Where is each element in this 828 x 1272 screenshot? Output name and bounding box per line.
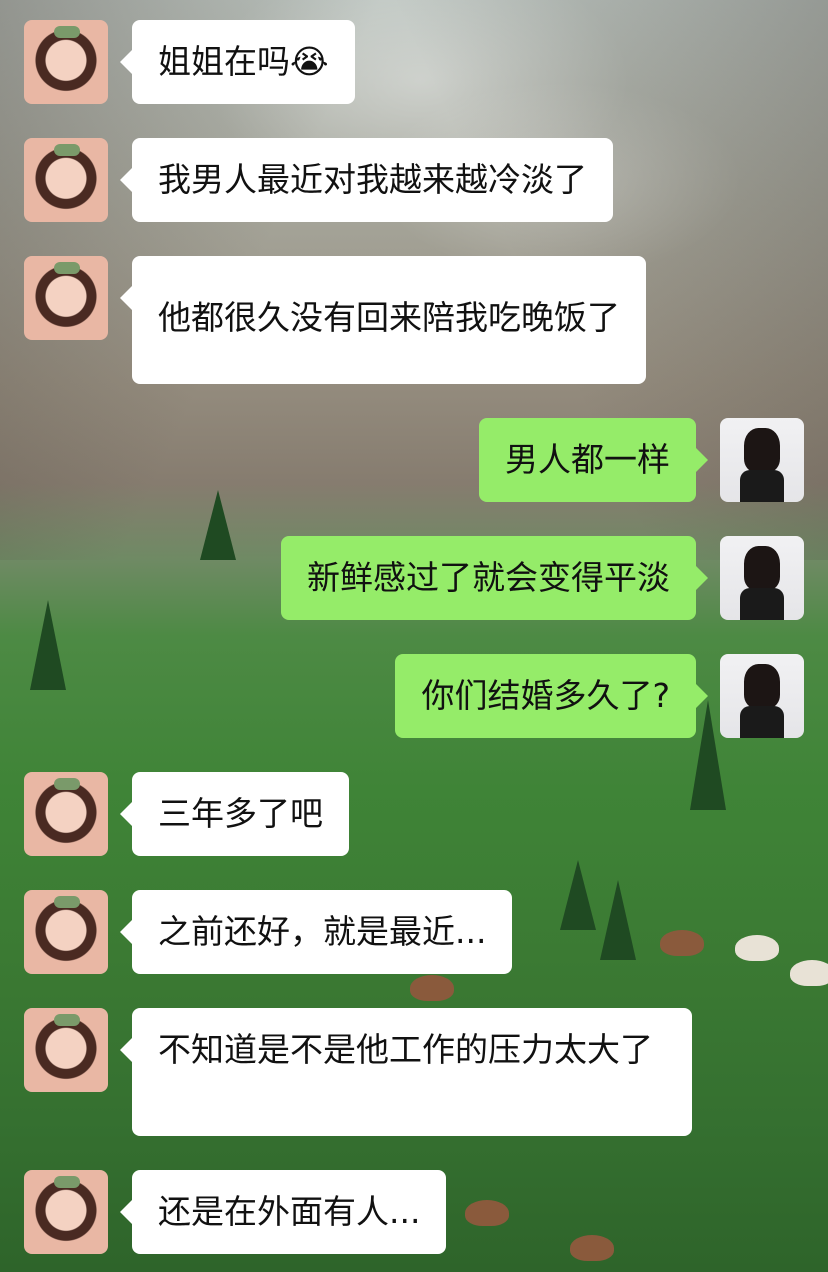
tree xyxy=(200,490,236,560)
message-bubble-outgoing[interactable]: 男人都一样 xyxy=(479,418,708,502)
message-bubble-incoming[interactable]: 姐姐在吗😭 xyxy=(120,20,355,104)
tree xyxy=(600,880,636,960)
message-bubble-incoming[interactable]: 不知道是不是他工作的压力太大了 xyxy=(120,1008,692,1136)
self-avatar[interactable] xyxy=(720,418,804,502)
contact-avatar[interactable] xyxy=(24,20,108,104)
message-bubble-incoming[interactable]: 他都很久没有回来陪我吃晚饭了 xyxy=(120,256,646,384)
sheep xyxy=(660,930,704,956)
sheep xyxy=(790,960,828,986)
message-bubble-incoming[interactable]: 还是在外面有人... xyxy=(119,1170,447,1254)
contact-avatar[interactable] xyxy=(24,138,108,222)
contact-avatar[interactable] xyxy=(24,1170,108,1254)
contact-avatar[interactable] xyxy=(24,1008,108,1092)
self-avatar[interactable] xyxy=(720,536,804,620)
contact-avatar[interactable] xyxy=(24,256,108,340)
sheep xyxy=(465,1200,509,1226)
self-avatar[interactable] xyxy=(720,654,804,738)
contact-avatar[interactable] xyxy=(24,890,108,974)
tree xyxy=(560,860,596,930)
message-bubble-incoming[interactable]: 之前还好，就是最近... xyxy=(119,890,513,974)
sheep xyxy=(570,1235,614,1261)
sheep xyxy=(735,935,779,961)
tree xyxy=(30,600,66,690)
contact-avatar[interactable] xyxy=(24,772,108,856)
message-bubble-outgoing[interactable]: 新鲜感过了就会变得平淡 xyxy=(281,536,708,620)
sheep xyxy=(410,975,454,1001)
message-bubble-incoming[interactable]: 三年多了吧 xyxy=(120,772,349,856)
message-bubble-outgoing[interactable]: 你们结婚多久了? xyxy=(395,654,708,738)
message-bubble-incoming[interactable]: 我男人最近对我越来越冷淡了 xyxy=(120,138,613,222)
